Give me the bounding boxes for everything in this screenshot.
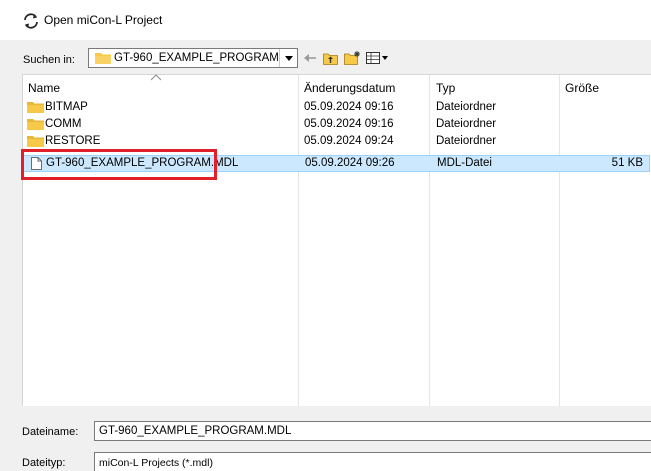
file-list[interactable]: Name Änderungsdatum Typ Größe BITMAP 05.…	[22, 74, 651, 407]
look-in-dropdown-button[interactable]	[279, 49, 297, 67]
column-header-size[interactable]: Größe	[565, 81, 599, 95]
list-item-folder[interactable]: COMM 05.09.2024 09:16 Dateiordner	[23, 117, 650, 132]
sort-ascending-icon	[151, 74, 161, 81]
up-folder-icon	[322, 53, 338, 65]
filename-label: Dateiname:	[22, 426, 79, 438]
file-size: 51 KB	[611, 157, 643, 169]
new-folder-icon	[343, 51, 360, 65]
file-type: Dateiordner	[436, 135, 497, 147]
file-type: MDL-Datei	[437, 157, 492, 169]
new-folder-button[interactable]	[343, 50, 361, 66]
chevron-down-icon	[284, 55, 293, 61]
file-name: BITMAP	[45, 101, 88, 113]
back-button[interactable]	[303, 50, 317, 66]
file-type: Dateiordner	[436, 118, 497, 130]
look-in-label: Suchen in:	[23, 54, 75, 66]
refresh-arrows-icon	[24, 13, 38, 29]
title-bar: Open miCon-L Project	[0, 0, 651, 40]
file-modified: 05.09.2024 09:16	[304, 101, 394, 113]
file-type: Dateiordner	[436, 101, 497, 113]
view-menu-icon	[365, 52, 388, 64]
file-modified: 05.09.2024 09:16	[304, 118, 394, 130]
look-in-value: GT-960_EXAMPLE_PROGRAM	[114, 52, 279, 64]
document-icon	[31, 157, 42, 170]
list-item-file-selected[interactable]: GT-960_EXAMPLE_PROGRAM.MDL 05.09.2024 09…	[23, 155, 650, 172]
file-modified: 05.09.2024 09:26	[305, 157, 395, 169]
file-name: RESTORE	[45, 135, 101, 147]
column-header-name[interactable]: Name	[28, 81, 60, 95]
file-modified: 05.09.2024 09:24	[304, 135, 394, 147]
column-header-type[interactable]: Typ	[436, 81, 455, 95]
folder-icon	[27, 102, 44, 113]
up-folder-button[interactable]	[322, 50, 338, 66]
file-name: GT-960_EXAMPLE_PROGRAM.MDL	[46, 157, 239, 169]
list-item-folder[interactable]: RESTORE 05.09.2024 09:24 Dateiordner	[23, 134, 650, 149]
filetype-select[interactable]: miCon-L Projects (*.mdl)	[94, 452, 651, 471]
filename-input[interactable]: GT-960_EXAMPLE_PROGRAM.MDL	[94, 421, 651, 441]
look-in-combo[interactable]: GT-960_EXAMPLE_PROGRAM	[88, 48, 298, 68]
folder-icon	[27, 136, 44, 147]
filetype-label: Dateityp:	[22, 457, 66, 469]
list-item-folder[interactable]: BITMAP 05.09.2024 09:16 Dateiordner	[23, 100, 650, 115]
file-name: COMM	[45, 118, 82, 130]
folder-icon	[95, 53, 111, 64]
folder-icon	[27, 119, 44, 130]
view-menu-button[interactable]	[365, 50, 389, 66]
window-title: Open miCon-L Project	[44, 13, 163, 27]
column-header-modified[interactable]: Änderungsdatum	[304, 81, 395, 95]
back-arrow-icon	[304, 54, 316, 62]
